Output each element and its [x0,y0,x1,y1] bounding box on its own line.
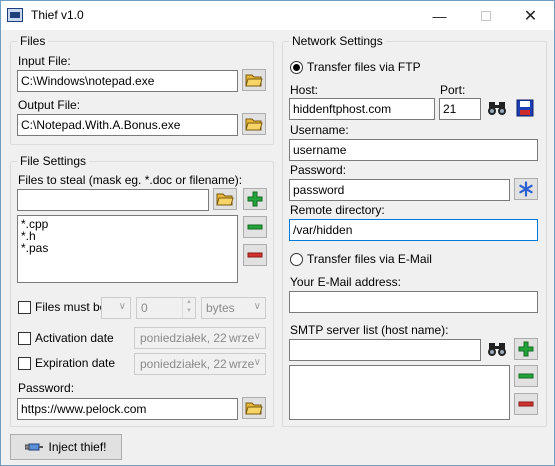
save-settings-button[interactable] [513,97,537,119]
smtp-list-label: SMTP server list (host name): [290,323,449,337]
plus-icon [518,341,534,357]
username-label: Username: [290,123,349,137]
close-icon: ✕ [523,7,538,25]
ftp-password-label: Password: [290,163,347,177]
inject-thief-label: Inject thief! [48,440,107,454]
minus-red-icon [518,401,534,407]
plus-icon [247,191,263,207]
clear-masks-button[interactable] [243,244,267,266]
minus-icon [247,224,263,230]
browse-output-button[interactable] [242,113,266,135]
archive-password-field[interactable]: https://www.pelock.com [17,398,238,420]
files-group-title: Files [17,34,49,48]
show-password-button[interactable] [514,178,538,200]
maximize-button[interactable] [463,1,508,30]
chevron-down-icon: ∨ [253,331,261,342]
host-label: Host: [290,83,319,97]
list-item[interactable]: *.cpp [21,218,234,230]
your-email-field[interactable] [289,291,538,313]
port-label: Port: [440,83,466,97]
close-button[interactable]: ✕ [508,1,553,30]
asterisk-icon [519,181,533,197]
chevron-down-icon: ∨ [118,301,126,312]
activation-date-checkbox[interactable] [18,332,31,345]
input-file-label: Input File: [18,54,71,68]
remote-directory-label: Remote directory: [290,203,385,217]
browse-steal-button[interactable] [213,188,237,210]
files-to-steal-label: Files to steal (mask eg. *.doc or filena… [18,173,243,187]
smtp-server-list[interactable] [289,365,510,420]
clear-smtp-button[interactable] [514,393,538,415]
folder-icon [245,74,263,87]
syringe-icon [25,443,44,451]
add-smtp-button[interactable] [514,338,538,360]
output-file-label: Output File: [18,98,81,112]
list-item[interactable]: *.pas [21,242,234,254]
inject-thief-button[interactable]: Inject thief! [10,434,122,460]
remove-smtp-button[interactable] [514,365,538,387]
size-value-spinner[interactable]: 0 ▲ ▼ [136,297,196,319]
minimize-button[interactable]: — [417,1,462,30]
spin-arrows-icon[interactable]: ▲ ▼ [182,298,195,318]
add-mask-button[interactable] [243,188,267,210]
masks-list[interactable]: *.cpp *.h *.pas [17,215,238,283]
archive-password-label: Password: [18,381,75,395]
smtp-host-field[interactable] [289,339,481,361]
minus-icon [518,373,534,379]
activation-date-picker[interactable]: poniedziałek, 22 wrze ∨ [134,327,266,349]
title-bar[interactable]: Thief v1.0 — ✕ [1,1,554,30]
list-item[interactable]: *.h [21,230,234,242]
files-must-be-label: Files must be [35,300,107,314]
main-window: Thief v1.0 — ✕ Files Input File: C:\Wind… [0,0,555,466]
ftp-password-field[interactable]: password [289,179,510,201]
chevron-down-icon: ∨ [253,301,261,312]
minimize-icon: — [432,7,447,24]
size-unit-select[interactable]: bytes ∨ [201,297,266,319]
save-icon [516,99,534,117]
remove-mask-button[interactable] [243,216,267,238]
port-field[interactable]: 21 [439,98,481,120]
test-smtp-button[interactable] [485,338,509,360]
network-settings-group-title: Network Settings [289,34,386,48]
input-file-field[interactable]: C:\Windows\notepad.exe [17,70,238,92]
window-title: Thief v1.0 [31,8,84,22]
binoculars-icon [488,343,506,356]
browse-input-button[interactable] [242,69,266,91]
username-field[interactable]: username [289,139,538,161]
expiration-date-picker[interactable]: poniedziałek, 22 wrze ∨ [134,353,266,375]
ftp-radio[interactable] [290,61,303,74]
test-ftp-button[interactable] [485,97,509,119]
binoculars-icon [488,102,506,115]
host-field[interactable]: hiddenftphost.com [289,98,435,120]
email-radio[interactable] [290,253,303,266]
folder-icon [245,118,263,131]
files-to-steal-field[interactable] [17,189,209,211]
output-file-field[interactable]: C:\Notepad.With.A.Bonus.exe [17,114,238,136]
chevron-down-icon: ∨ [253,357,261,368]
remote-directory-field[interactable]: /var/hidden [289,219,538,241]
browse-password-button[interactable] [242,397,266,419]
minus-red-icon [247,252,263,258]
maximize-icon [480,10,491,21]
app-icon [7,8,23,22]
files-must-be-checkbox[interactable] [18,301,31,314]
your-email-label: Your E-Mail address: [290,275,401,289]
file-settings-group-title: File Settings [17,154,90,168]
ftp-radio-label: Transfer files via FTP [307,60,421,74]
folder-icon [245,402,263,415]
expiration-date-checkbox[interactable] [18,357,31,370]
folder-icon [216,193,234,206]
email-radio-label: Transfer files via E-Mail [307,252,432,266]
expiration-date-label: Expiration date [35,356,116,370]
size-operator-select[interactable]: ∨ [101,297,131,319]
activation-date-label: Activation date [35,331,114,345]
